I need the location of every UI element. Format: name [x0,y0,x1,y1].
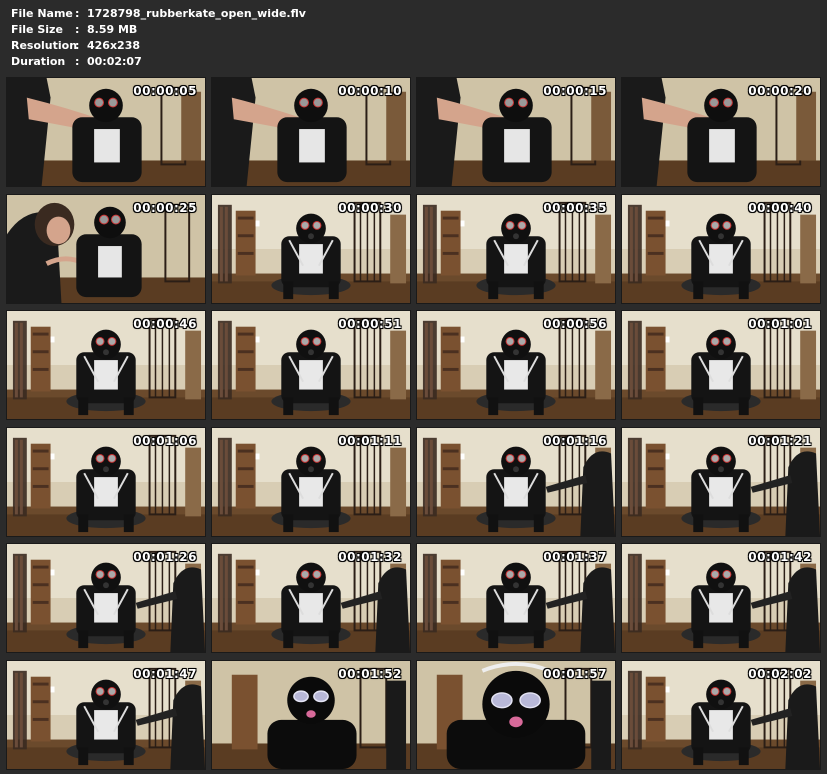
thumbnail-timestamp: 00:00:51 [338,317,402,331]
file-name-label: File Name [11,7,73,20]
thumbnail-timestamp: 00:01:52 [338,667,402,681]
thumbnail-timestamp: 00:01:32 [338,550,402,564]
video-thumbnail: 00:00:10 [211,77,411,187]
thumbnail-timestamp: 00:01:42 [748,550,812,564]
thumbnail-timestamp: 00:00:46 [133,317,197,331]
thumbnail-timestamp: 00:01:16 [543,434,607,448]
thumbnail-timestamp: 00:00:56 [543,317,607,331]
thumbnail-timestamp: 00:01:06 [133,434,197,448]
separator: : [75,7,80,20]
video-thumbnail: 00:01:47 [6,660,206,770]
video-thumbnail: 00:01:06 [6,427,206,537]
thumbnail-timestamp: 00:00:05 [133,84,197,98]
file-size-value: 8.59 MB [87,23,138,36]
thumbnail-timestamp: 00:01:11 [338,434,402,448]
video-thumbnail: 00:01:16 [416,427,616,537]
file-name-value: 1728798_rubberkate_open_wide.flv [87,7,306,20]
video-thumbnail: 00:01:01 [621,310,821,420]
video-thumbnail: 00:01:26 [6,543,206,653]
thumbnail-timestamp: 00:02:02 [748,667,812,681]
thumbnail-timestamp: 00:00:15 [543,84,607,98]
video-thumbnail: 00:00:51 [211,310,411,420]
video-thumbnail: 00:00:40 [621,194,821,304]
thumbnail-timestamp: 00:01:01 [748,317,812,331]
video-thumbnail: 00:00:35 [416,194,616,304]
video-thumbnail: 00:01:32 [211,543,411,653]
thumbnail-timestamp: 00:00:30 [338,201,402,215]
video-thumbnail: 00:00:25 [6,194,206,304]
video-thumbnail: 00:01:57 [416,660,616,770]
resolution-row: Resolution : 426x238 [11,38,306,54]
thumbnail-timestamp: 00:00:35 [543,201,607,215]
video-thumbnail: 00:01:37 [416,543,616,653]
video-thumbnail: 00:01:21 [621,427,821,537]
video-thumbnail: 00:01:52 [211,660,411,770]
separator: : [75,23,80,36]
thumbnail-timestamp: 00:00:10 [338,84,402,98]
thumbnail-timestamp: 00:00:20 [748,84,812,98]
video-thumbnail: 00:00:30 [211,194,411,304]
thumbnail-grid: 00:00:05 00:00:10 00:00:15 00:00:20 00:0… [6,77,822,770]
separator: : [75,55,80,68]
duration-row: Duration : 00:02:07 [11,54,306,70]
duration-label: Duration [11,55,66,68]
video-thumbnail: 00:01:42 [621,543,821,653]
file-size-row: File Size : 8.59 MB [11,22,306,38]
file-info-panel: File Name : 1728798_rubberkate_open_wide… [11,6,306,70]
file-size-label: File Size [11,23,63,36]
file-name-row: File Name : 1728798_rubberkate_open_wide… [11,6,306,22]
resolution-label: Resolution [11,39,78,52]
video-thumbnail: 00:00:20 [621,77,821,187]
duration-value: 00:02:07 [87,55,142,68]
video-thumbnail: 00:01:11 [211,427,411,537]
thumbnail-timestamp: 00:00:25 [133,201,197,215]
video-thumbnail: 00:00:05 [6,77,206,187]
video-thumbnail: 00:00:15 [416,77,616,187]
resolution-value: 426x238 [87,39,141,52]
thumbnail-timestamp: 00:01:26 [133,550,197,564]
thumbnail-timestamp: 00:01:21 [748,434,812,448]
separator: : [75,39,80,52]
video-thumbnail: 00:00:46 [6,310,206,420]
thumbnail-timestamp: 00:01:47 [133,667,197,681]
video-thumbnail: 00:02:02 [621,660,821,770]
thumbnail-timestamp: 00:01:57 [543,667,607,681]
video-thumbnail: 00:00:56 [416,310,616,420]
thumbnail-timestamp: 00:01:37 [543,550,607,564]
thumbnail-timestamp: 00:00:40 [748,201,812,215]
